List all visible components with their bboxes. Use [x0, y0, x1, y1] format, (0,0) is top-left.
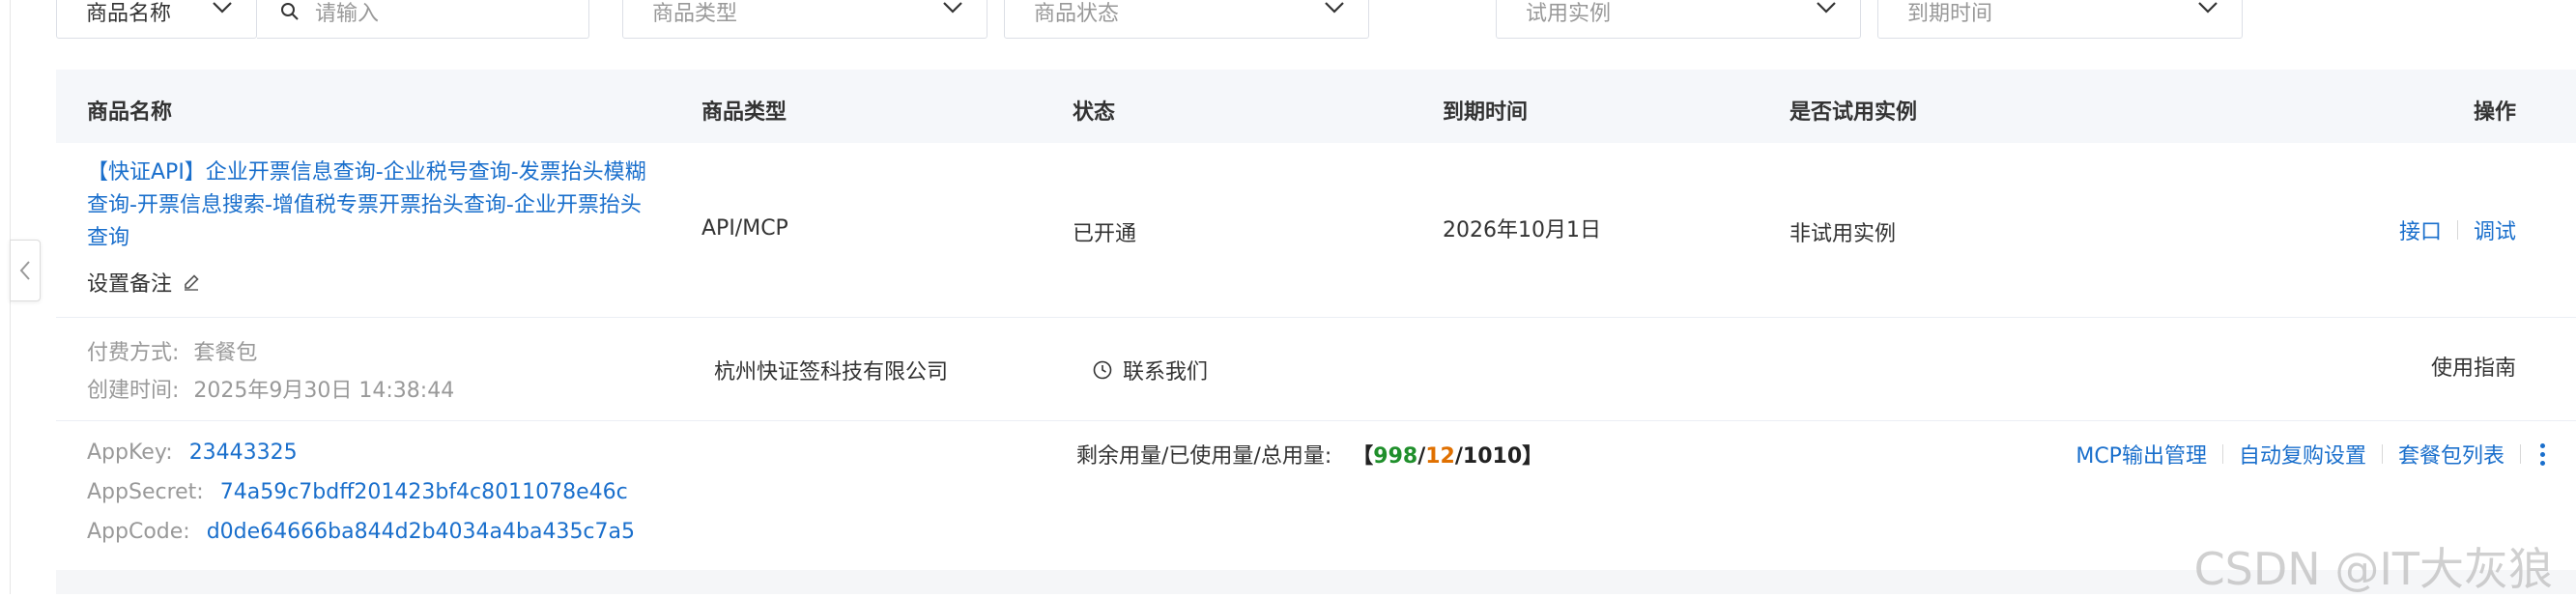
search-input[interactable]: 请输入	[257, 0, 589, 39]
set-remark-label: 设置备注	[87, 272, 173, 297]
status-cell: 已开通	[1073, 222, 1137, 246]
usage-guide-link[interactable]: 使用指南	[2431, 351, 2516, 382]
collapse-sidebar-button[interactable]	[10, 240, 41, 301]
appkey-value[interactable]: 23443325	[189, 441, 298, 465]
more-vertical-icon[interactable]	[2540, 442, 2545, 466]
product-status-select[interactable]: 商品状态	[1004, 0, 1369, 39]
header-actions: 操作	[2473, 100, 2516, 125]
usage-used: 12	[1425, 444, 1455, 469]
chevron-down-icon	[2198, 2, 2218, 14]
chevron-down-icon	[1817, 2, 1836, 14]
header-type: 商品类型	[701, 100, 787, 125]
search-icon	[281, 3, 299, 20]
product-title-link[interactable]: 【快证API】企业开票信息查询-企业税号查询-发票抬头模糊查询-开票信息搜索-增…	[87, 157, 657, 255]
trial-cell: 非试用实例	[1789, 222, 1897, 246]
trial-instance-select-label: 试用实例	[1526, 2, 1612, 26]
pay-method-value: 套餐包	[193, 341, 258, 365]
usage-bracket-open: 【	[1352, 444, 1374, 469]
divider	[2221, 444, 2223, 464]
watermark: CSDN @IT大灰狼	[2193, 543, 2553, 595]
usage-total: 1010	[1462, 444, 1523, 469]
table-row-details: 付费方式: 套餐包 创建时间: 2025年9月30日 14:38:44 杭州快证…	[56, 318, 2576, 421]
interface-link[interactable]: 接口	[2399, 214, 2442, 245]
trial-instance-select[interactable]: 试用实例	[1496, 0, 1861, 39]
usage-bracket-close: 】	[1522, 444, 1544, 469]
created-time-label: 创建时间:	[87, 379, 180, 403]
appcode: AppCode: d0de64666ba844d2b4034a4ba435c7a…	[87, 520, 635, 544]
product-status-select-label: 商品状态	[1034, 2, 1120, 26]
usage-remaining: 998	[1373, 444, 1418, 469]
chevron-down-icon	[1325, 2, 1344, 14]
appsecret-value[interactable]: 74a59c7bdff201423bf4c8011078e46c	[220, 480, 628, 504]
set-remark-button[interactable]: 设置备注	[87, 267, 201, 298]
package-list-link[interactable]: 套餐包列表	[2398, 439, 2504, 470]
mcp-output-link[interactable]: MCP输出管理	[2075, 439, 2207, 470]
divider	[2381, 444, 2383, 464]
pay-method: 付费方式: 套餐包	[87, 335, 257, 366]
usage-summary: 剩余用量/已使用量/总用量: 【998/12/1010】	[1076, 439, 1543, 470]
expire-cell: 2026年10月1日	[1443, 218, 1601, 242]
created-time: 创建时间: 2025年9月30日 14:38:44	[87, 373, 454, 404]
divider	[2520, 444, 2521, 464]
clock-icon	[1093, 360, 1112, 380]
appsecret-label: AppSecret:	[87, 480, 204, 504]
name-field-select-label: 商品名称	[86, 2, 172, 26]
contact-us-button[interactable]: 联系我们	[1092, 355, 1208, 385]
credential-actions: MCP输出管理 自动复购设置 套餐包列表	[2075, 439, 2545, 470]
chevron-down-icon	[943, 2, 962, 14]
search-placeholder: 请输入	[315, 2, 380, 26]
expire-time-select-label: 到期时间	[1907, 2, 1993, 26]
product-type-select-label: 商品类型	[652, 2, 738, 26]
table-header: 商品名称 商品类型 状态 到期时间 是否试用实例 操作	[56, 70, 2576, 143]
header-name: 商品名称	[87, 100, 173, 125]
table-row: 【快证API】企业开票信息查询-企业税号查询-发票抬头模糊查询-开票信息搜索-增…	[56, 143, 2576, 318]
pay-method-label: 付费方式:	[87, 341, 180, 365]
appkey: AppKey: 23443325	[87, 441, 298, 465]
header-trial: 是否试用实例	[1789, 100, 1918, 125]
name-field-select[interactable]: 商品名称	[56, 0, 257, 39]
divider	[2456, 220, 2458, 240]
appsecret: AppSecret: 74a59c7bdff201423bf4c8011078e…	[87, 480, 628, 504]
appcode-label: AppCode:	[87, 520, 190, 544]
contact-us-label: 联系我们	[1123, 360, 1209, 384]
provider-link[interactable]: 杭州快证签科技有限公司	[714, 355, 948, 385]
usage-label: 剩余用量/已使用量/总用量:	[1076, 444, 1332, 469]
row-actions: 接口 调试	[2399, 214, 2516, 245]
expire-time-select[interactable]: 到期时间	[1877, 0, 2243, 39]
debug-link[interactable]: 调试	[2474, 214, 2516, 245]
created-time-value: 2025年9月30日 14:38:44	[193, 379, 455, 403]
header-status: 状态	[1073, 100, 1116, 125]
usage-slash: /	[1454, 444, 1463, 469]
appkey-label: AppKey:	[87, 441, 173, 465]
auto-renew-link[interactable]: 自动复购设置	[2239, 439, 2366, 470]
product-type-select[interactable]: 商品类型	[622, 0, 987, 39]
appcode-value[interactable]: d0de64666ba844d2b4034a4ba435c7a5	[207, 520, 635, 544]
product-type-cell: API/MCP	[701, 216, 788, 241]
edit-icon	[185, 274, 199, 291]
chevron-down-icon	[213, 2, 232, 14]
header-expire: 到期时间	[1443, 100, 1529, 125]
chevron-left-icon	[19, 261, 30, 280]
